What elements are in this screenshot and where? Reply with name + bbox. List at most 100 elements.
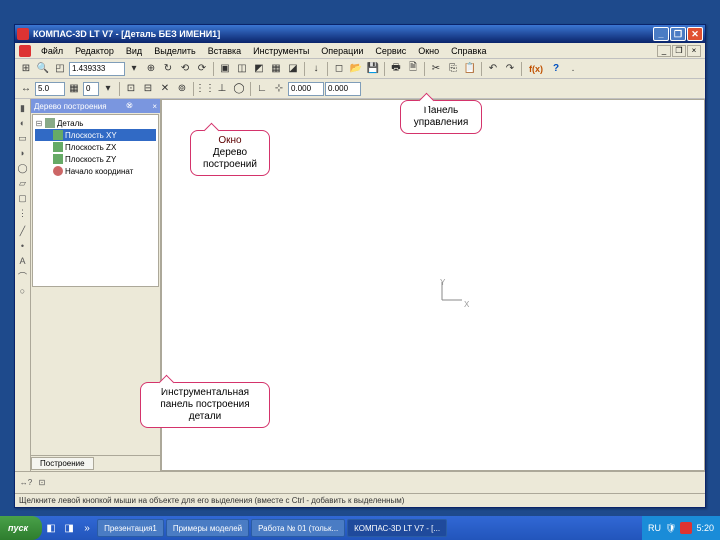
titlebar[interactable]: КОМПАС-3D LT V7 - [Деталь БЕЗ ИМЕНИ1] _ … bbox=[15, 25, 705, 43]
zoom-value-input[interactable] bbox=[69, 62, 125, 76]
tree-item-origin[interactable]: Начало координат bbox=[35, 165, 156, 177]
ortho-icon[interactable]: ⊥ bbox=[214, 81, 230, 97]
lcs-icon[interactable]: ∟ bbox=[254, 81, 270, 97]
tree-header[interactable]: Дерево построения ⮿ × bbox=[31, 99, 160, 113]
fillet-icon[interactable]: ◗ bbox=[16, 146, 30, 160]
task-item-1[interactable]: Презентация1 bbox=[97, 519, 164, 537]
tree-body[interactable]: ⊟ Деталь Плоскость XY Плоскость ZX Плоск… bbox=[32, 114, 159, 287]
cut-extrude-icon[interactable]: ▭ bbox=[16, 131, 30, 145]
print-icon[interactable]: 🖶 bbox=[388, 61, 404, 77]
preview-icon[interactable]: 🗎 bbox=[405, 61, 421, 77]
pan-icon[interactable]: ⊕ bbox=[143, 61, 159, 77]
snap-end-icon[interactable]: ⊡ bbox=[123, 81, 139, 97]
tab-build[interactable]: Построение bbox=[31, 457, 94, 470]
dropdown-icon[interactable]: ▾ bbox=[126, 61, 142, 77]
round-icon[interactable]: ◯ bbox=[231, 81, 247, 97]
menu-tools[interactable]: Инструменты bbox=[247, 45, 315, 57]
pattern-icon[interactable]: ⋮ bbox=[16, 206, 30, 220]
zoom-all-icon[interactable]: ⊞ bbox=[18, 61, 34, 77]
coord-x-input[interactable] bbox=[288, 82, 324, 96]
doc-restore-button[interactable]: ❐ bbox=[672, 45, 686, 57]
minimize-button[interactable]: _ bbox=[653, 27, 669, 41]
orient-icon[interactable]: ↓ bbox=[308, 61, 324, 77]
zoom-in-icon[interactable]: 🔍 bbox=[35, 61, 51, 77]
menu-select[interactable]: Выделить bbox=[148, 45, 202, 57]
help-icon[interactable]: ? bbox=[548, 61, 564, 77]
fx-button[interactable]: f(x) bbox=[525, 61, 547, 77]
shell-icon[interactable]: ▢ bbox=[16, 191, 30, 205]
pin-icon[interactable]: ⮿ bbox=[126, 101, 132, 111]
close-button[interactable]: ✕ bbox=[687, 27, 703, 41]
tray-icon-1[interactable]: 🛡 bbox=[665, 523, 676, 534]
step-icon[interactable]: ↔ bbox=[18, 81, 34, 97]
menu-view[interactable]: Вид bbox=[120, 45, 148, 57]
clock[interactable]: 5:20 bbox=[696, 523, 714, 533]
state-input[interactable] bbox=[83, 82, 99, 96]
task-item-2[interactable]: Примеры моделей bbox=[166, 519, 249, 537]
coord-y-input[interactable] bbox=[325, 82, 361, 96]
menu-insert[interactable]: Вставка bbox=[202, 45, 247, 57]
cut-icon[interactable]: ✂ bbox=[428, 61, 444, 77]
text-icon[interactable]: A bbox=[16, 254, 30, 268]
lang-indicator[interactable]: RU bbox=[648, 523, 661, 533]
whatsthis-icon[interactable]: . bbox=[565, 61, 581, 77]
snap-mid-icon[interactable]: ⊟ bbox=[140, 81, 156, 97]
revolve-icon[interactable]: ◐ bbox=[16, 116, 30, 130]
paste-icon[interactable]: 📋 bbox=[462, 61, 478, 77]
quicklaunch-2[interactable]: ◨ bbox=[61, 520, 77, 536]
snap-int-icon[interactable]: ✕ bbox=[157, 81, 173, 97]
coord-icon[interactable]: ⊹ bbox=[271, 81, 287, 97]
persp-icon[interactable]: ◪ bbox=[285, 61, 301, 77]
state-icon[interactable]: ▦ bbox=[66, 81, 82, 97]
save-icon[interactable]: 💾 bbox=[365, 61, 381, 77]
zoom-sel-icon[interactable]: ◰ bbox=[52, 61, 68, 77]
doc-icon[interactable] bbox=[19, 45, 31, 57]
tree-item-plane-xy[interactable]: Плоскость XY bbox=[35, 129, 156, 141]
snap-cen-icon[interactable]: ⊚ bbox=[174, 81, 190, 97]
dropdown2-icon[interactable]: ▾ bbox=[100, 81, 116, 97]
system-tray[interactable]: RU 🛡 5:20 bbox=[642, 516, 720, 540]
task-item-4[interactable]: КОМПАС-3D LT V7 - [... bbox=[347, 519, 447, 537]
callout-panel: Панель управления bbox=[400, 100, 482, 134]
shade-icon[interactable]: ◩ bbox=[251, 61, 267, 77]
menu-ops[interactable]: Операции bbox=[315, 45, 369, 57]
tree-root[interactable]: ⊟ Деталь bbox=[35, 117, 156, 129]
undo-icon[interactable]: ↶ bbox=[485, 61, 501, 77]
shadewire-icon[interactable]: ▦ bbox=[268, 61, 284, 77]
prop-btn2[interactable]: ⊡ bbox=[35, 476, 49, 490]
refresh-icon[interactable]: ⟳ bbox=[194, 61, 210, 77]
menu-help[interactable]: Справка bbox=[445, 45, 492, 57]
start-button[interactable]: пуск bbox=[0, 516, 42, 540]
task-item-3[interactable]: Работа № 01 (тольк... bbox=[251, 519, 345, 537]
rib-icon[interactable]: ▱ bbox=[16, 176, 30, 190]
point-icon[interactable]: • bbox=[16, 239, 30, 253]
rotate-icon[interactable]: ↻ bbox=[160, 61, 176, 77]
doc-minimize-button[interactable]: _ bbox=[657, 45, 671, 57]
doc-close-button[interactable]: × bbox=[687, 45, 701, 57]
grid-icon[interactable]: ⋮⋮ bbox=[197, 81, 213, 97]
menu-editor[interactable]: Редактор bbox=[69, 45, 120, 57]
tree-close-icon[interactable]: × bbox=[152, 102, 157, 111]
quicklaunch-1[interactable]: ◧ bbox=[43, 520, 59, 536]
maximize-button[interactable]: ❐ bbox=[670, 27, 686, 41]
line-icon[interactable]: ╱ bbox=[16, 224, 30, 238]
new-icon[interactable]: ◻ bbox=[331, 61, 347, 77]
circle-icon[interactable]: ○ bbox=[16, 284, 30, 298]
tree-item-plane-zy[interactable]: Плоскость ZY bbox=[35, 153, 156, 165]
copy-icon[interactable]: ⎘ bbox=[445, 61, 461, 77]
tray-icon-2[interactable] bbox=[680, 522, 692, 534]
prop-arrow-icon[interactable]: ↔? bbox=[19, 476, 33, 490]
wire-icon[interactable]: ▣ bbox=[217, 61, 233, 77]
tree-item-plane-zx[interactable]: Плоскость ZX bbox=[35, 141, 156, 153]
menu-file[interactable]: Файл bbox=[35, 45, 69, 57]
hidden-icon[interactable]: ◫ bbox=[234, 61, 250, 77]
menu-window[interactable]: Окно bbox=[412, 45, 445, 57]
hole-icon[interactable]: ◯ bbox=[16, 161, 30, 175]
open-icon[interactable]: 📂 bbox=[348, 61, 364, 77]
extrude-icon[interactable]: ▮ bbox=[16, 101, 30, 115]
step-input[interactable] bbox=[35, 82, 65, 96]
redo-icon[interactable]: ↷ bbox=[502, 61, 518, 77]
arc-icon[interactable]: ⌒ bbox=[16, 269, 30, 283]
orbit-icon[interactable]: ⟲ bbox=[177, 61, 193, 77]
menu-service[interactable]: Сервис bbox=[369, 45, 412, 57]
